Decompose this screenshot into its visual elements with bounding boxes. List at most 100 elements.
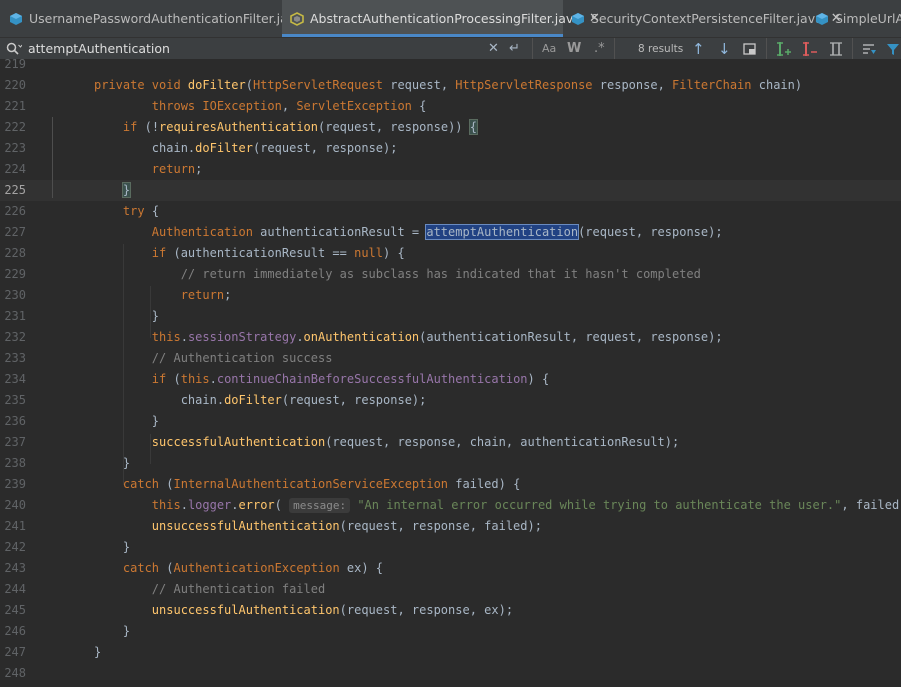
code-line[interactable]: 225 } (0, 180, 901, 201)
java-class-icon (9, 11, 23, 26)
code-line[interactable]: 247} (0, 642, 901, 663)
code-editor[interactable]: 219 220 private void doFilter(HttpServletR… (0, 57, 901, 687)
code-text[interactable]: } (94, 642, 101, 663)
line-number: 233 (4, 351, 26, 365)
code-line[interactable]: 243 catch (AuthenticationException ex) { (0, 558, 901, 579)
code-line[interactable]: 240 this.logger.error( message: "An inte… (0, 495, 901, 516)
indent-guide (150, 286, 151, 338)
code-line[interactable]: 235 chain.doFilter(request, response); (0, 390, 901, 411)
line-number: 242 (4, 540, 26, 554)
tab-simple-url[interactable]: SimpleUrlAut (807, 0, 901, 37)
line-number: 237 (4, 435, 26, 449)
code-line[interactable]: 233 // Authentication success (0, 348, 901, 369)
code-line[interactable]: 219 (0, 54, 901, 75)
code-text[interactable]: return; (94, 159, 203, 180)
tab-label: AbstractAuthenticationProcessingFilter.j… (310, 11, 581, 26)
code-text[interactable]: this.sessionStrategy.onAuthentication(au… (94, 327, 723, 348)
code-line[interactable]: 231 } (0, 306, 901, 327)
code-text[interactable]: try { (94, 201, 159, 222)
code-line[interactable]: 228 if (authenticationResult == null) { (0, 243, 901, 264)
code-text[interactable]: // Authentication success (94, 348, 333, 369)
code-text[interactable]: private void doFilter(HttpServletRequest… (94, 75, 802, 96)
line-number: 220 (4, 78, 26, 92)
code-text[interactable]: return; (94, 285, 232, 306)
code-text[interactable]: // Authentication failed (94, 579, 325, 600)
line-number: 235 (4, 393, 26, 407)
code-text[interactable]: unsuccessfulAuthentication(request, resp… (94, 516, 542, 537)
code-text[interactable]: } (94, 411, 159, 432)
line-number: 231 (4, 309, 26, 323)
code-line[interactable]: 238 } (0, 453, 901, 474)
code-text[interactable]: successfulAuthentication(request, respon… (94, 432, 679, 453)
code-line[interactable]: 224 return; (0, 159, 901, 180)
line-number: 225 (4, 183, 26, 197)
code-line[interactable]: 229 // return immediately as subclass ha… (0, 264, 901, 285)
indent-guide (123, 244, 124, 485)
java-class-icon (571, 11, 585, 26)
code-text[interactable]: Authentication authenticationResult = at… (94, 222, 723, 243)
code-text[interactable]: catch (AuthenticationException ex) { (94, 558, 383, 579)
code-line[interactable]: 226 try { (0, 201, 901, 222)
line-number: 247 (4, 645, 26, 659)
code-line[interactable]: 220 private void doFilter(HttpServletRequ… (0, 75, 901, 96)
code-line[interactable]: 241 unsuccessfulAuthentication(request, … (0, 516, 901, 537)
line-number: 245 (4, 603, 26, 617)
line-number: 222 (4, 120, 26, 134)
line-number: 243 (4, 561, 26, 575)
code-line[interactable]: 232 this.sessionStrategy.onAuthenticatio… (0, 327, 901, 348)
line-number: 229 (4, 267, 26, 281)
line-number: 236 (4, 414, 26, 428)
code-line[interactable]: 246 } (0, 621, 901, 642)
code-text[interactable]: if (authenticationResult == null) { (94, 243, 405, 264)
abstract-class-icon (290, 11, 304, 26)
code-text[interactable]: unsuccessfulAuthentication(request, resp… (94, 600, 513, 621)
code-line[interactable]: 245 unsuccessfulAuthentication(request, … (0, 600, 901, 621)
line-number: 219 (4, 57, 26, 71)
line-number: 239 (4, 477, 26, 491)
code-line[interactable]: 248 (0, 663, 901, 684)
code-line[interactable]: 237 successfulAuthentication(request, re… (0, 432, 901, 453)
java-class-icon (815, 11, 829, 26)
line-number: 227 (4, 225, 26, 239)
code-line[interactable]: 236 } (0, 411, 901, 432)
code-text[interactable]: catch (InternalAuthenticationServiceExce… (94, 474, 520, 495)
tab-abstract-authentication[interactable]: AbstractAuthenticationProcessingFilter.j… (282, 0, 600, 37)
code-text[interactable]: if (this.continueChainBeforeSuccessfulAu… (94, 369, 549, 390)
code-text[interactable]: this.logger.error( message: "An internal… (94, 495, 901, 516)
code-text[interactable]: // return immediately as subclass has in… (94, 264, 701, 285)
code-text[interactable]: if (!requiresAuthentication(request, res… (94, 117, 479, 138)
line-number: 240 (4, 498, 26, 512)
indent-guide (150, 434, 151, 464)
line-number: 226 (4, 204, 26, 218)
code-text[interactable]: } (94, 621, 130, 642)
line-number: 224 (4, 162, 26, 176)
line-number: 223 (4, 141, 26, 155)
line-number: 244 (4, 582, 26, 596)
code-line[interactable]: 221 throws IOException, ServletException… (0, 96, 901, 117)
code-text[interactable]: } (94, 537, 130, 558)
line-number: 230 (4, 288, 26, 302)
code-line[interactable]: 223 chain.doFilter(request, response); (0, 138, 901, 159)
code-text[interactable]: chain.doFilter(request, response); (94, 138, 398, 159)
line-number: 234 (4, 372, 26, 386)
code-line[interactable]: 222 if (!requiresAuthentication(request,… (0, 117, 901, 138)
code-text[interactable]: chain.doFilter(request, response); (94, 390, 427, 411)
tab-usernamepassword[interactable]: UsernamePasswordAuthenticationFilter.jav… (0, 0, 322, 37)
line-number: 232 (4, 330, 26, 344)
code-text[interactable]: throws IOException, ServletException { (94, 96, 427, 117)
tab-label: UsernamePasswordAuthenticationFilter.jav… (29, 11, 303, 26)
line-number: 248 (4, 666, 26, 680)
code-line[interactable]: 227 Authentication authenticationResult … (0, 222, 901, 243)
code-line[interactable]: 242 } (0, 537, 901, 558)
tab-security-context[interactable]: SecurityContextPersistenceFilter.java ✕ (563, 0, 842, 37)
scope-guide (52, 117, 53, 198)
line-number: 221 (4, 99, 26, 113)
code-line[interactable]: 230 return; (0, 285, 901, 306)
code-text[interactable]: } (94, 180, 132, 201)
code-line[interactable]: 234 if (this.continueChainBeforeSuccessf… (0, 369, 901, 390)
code-line[interactable]: 239 catch (InternalAuthenticationService… (0, 474, 901, 495)
code-line[interactable]: 244 // Authentication failed (0, 579, 901, 600)
line-number: 238 (4, 456, 26, 470)
line-number: 228 (4, 246, 26, 260)
code-text[interactable]: } (94, 453, 130, 474)
